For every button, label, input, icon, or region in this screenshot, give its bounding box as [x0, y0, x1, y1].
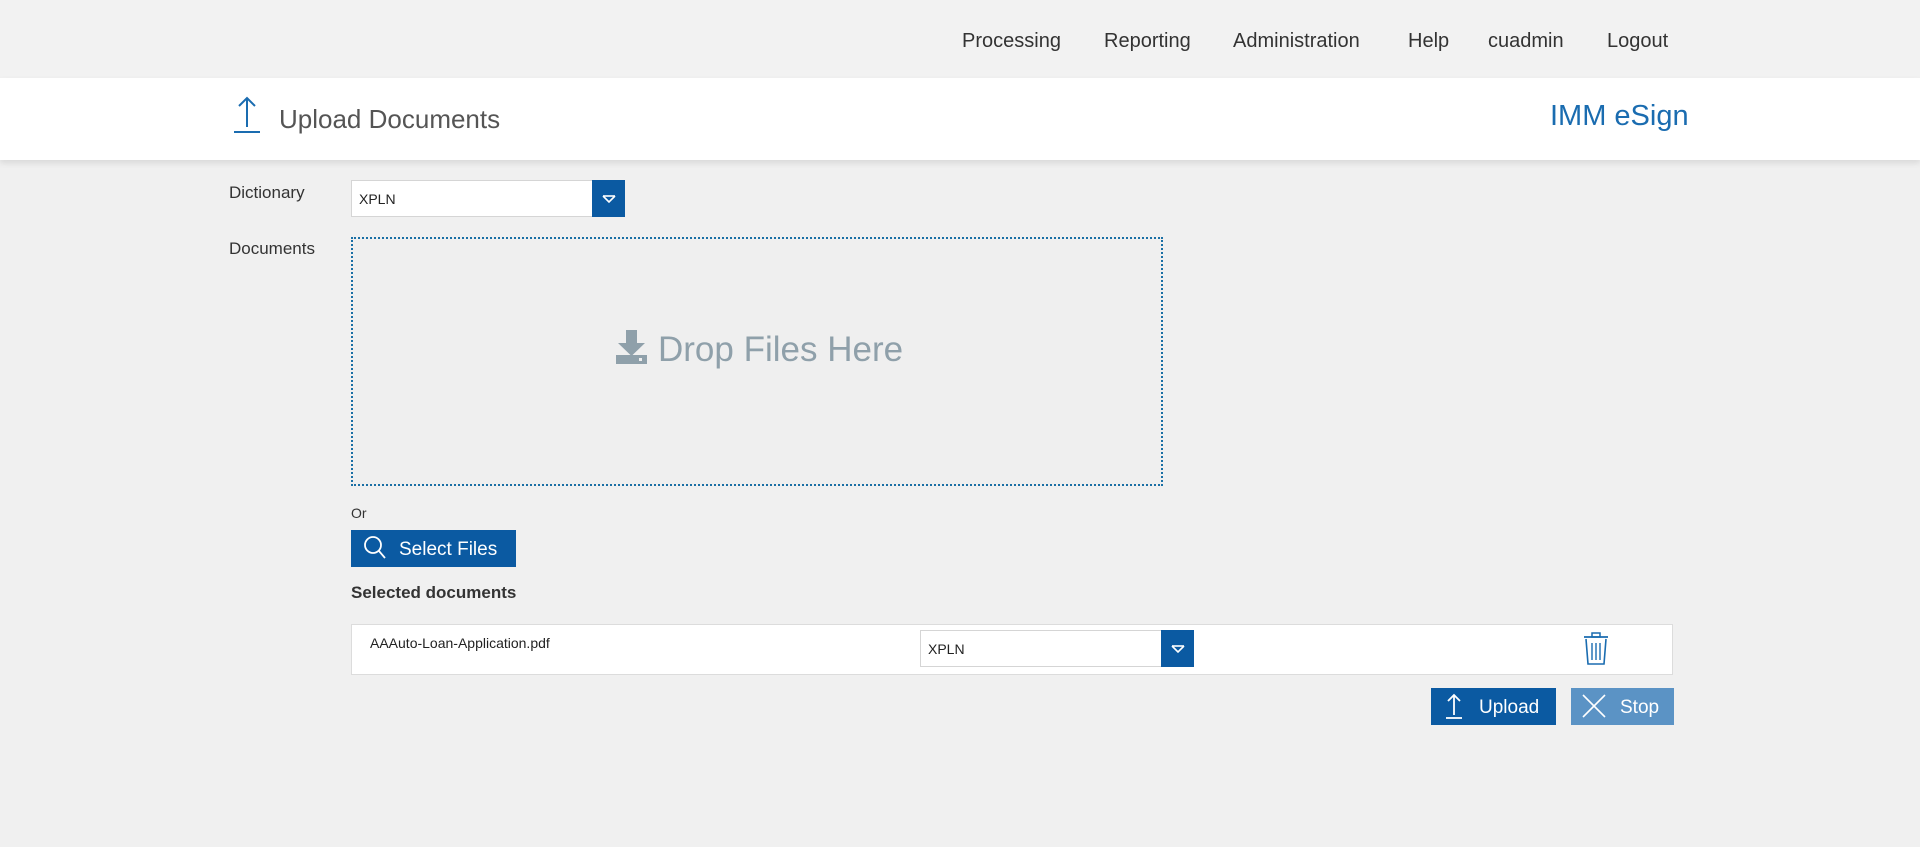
dictionary-select-value: XPLN — [359, 191, 396, 207]
dictionary-select[interactable]: XPLN — [351, 180, 625, 217]
upload-label: Upload — [1479, 697, 1540, 718]
top-navigation: Processing Reporting Administration Help… — [0, 0, 1920, 78]
upload-arrow-icon — [234, 96, 260, 133]
select-files-button[interactable]: Select Files — [351, 530, 516, 567]
nav-logout[interactable]: Logout — [1607, 30, 1668, 53]
drop-files-text: Drop Files Here — [658, 330, 904, 369]
documents-label: Documents — [229, 239, 315, 258]
selected-documents-title: Selected documents — [351, 583, 517, 602]
document-name: AAAuto-Loan-Application.pdf — [370, 635, 550, 651]
dictionary-label: Dictionary — [229, 183, 305, 202]
page-title: Upload Documents — [279, 104, 501, 134]
select-files-label: Select Files — [399, 539, 498, 560]
document-dictionary-value: XPLN — [928, 641, 965, 657]
nav-administration[interactable]: Administration — [1233, 30, 1360, 53]
close-icon — [1582, 694, 1606, 718]
chevron-down-icon — [1170, 644, 1185, 653]
brand-logo[interactable]: IMM eSign — [1550, 100, 1689, 133]
nav-help[interactable]: Help — [1408, 30, 1449, 53]
nav-user-cuadmin[interactable]: cuadmin — [1488, 30, 1564, 53]
nav-processing[interactable]: Processing — [962, 30, 1061, 53]
document-dictionary-select[interactable]: XPLN — [920, 630, 1194, 667]
document-dictionary-dropdown-button[interactable] — [1161, 630, 1194, 667]
search-icon — [364, 536, 386, 559]
chevron-down-icon — [601, 194, 616, 203]
trash-icon[interactable] — [1582, 632, 1610, 666]
stop-button[interactable]: Stop — [1571, 688, 1674, 725]
stop-label: Stop — [1620, 697, 1660, 718]
upload-icon — [1446, 693, 1462, 719]
or-separator: Or — [351, 505, 367, 521]
nav-reporting[interactable]: Reporting — [1104, 30, 1191, 53]
upload-button[interactable]: Upload — [1431, 688, 1556, 725]
download-tray-icon — [616, 330, 647, 364]
dictionary-dropdown-button[interactable] — [592, 180, 625, 217]
